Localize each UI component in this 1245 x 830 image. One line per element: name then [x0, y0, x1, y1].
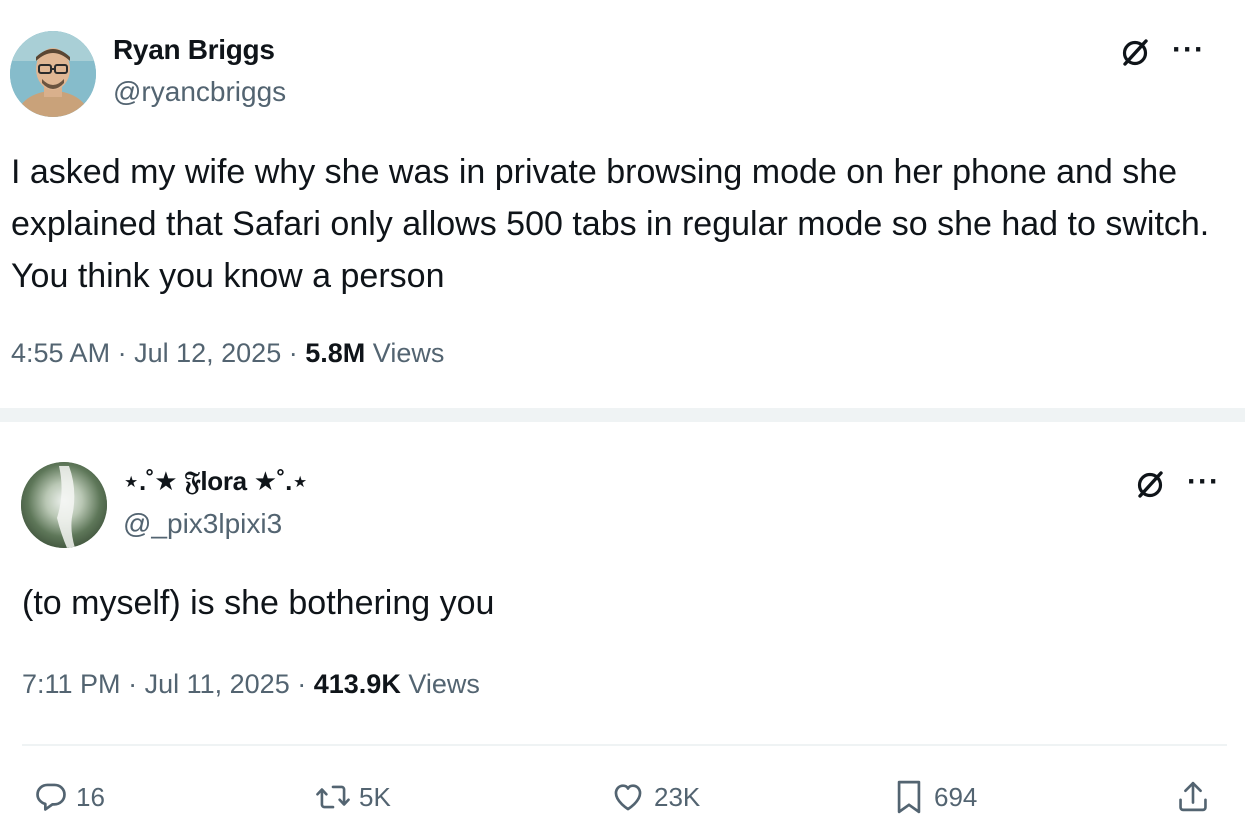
meta-separator: · — [128, 669, 138, 699]
tweet-divider — [0, 408, 1245, 422]
more-icon[interactable]: ··· — [1187, 467, 1220, 497]
display-name[interactable]: Ryan Briggs — [113, 34, 275, 66]
reply-button[interactable]: 16 — [34, 777, 105, 817]
tweet-date[interactable]: Jul 11, 2025 — [145, 669, 290, 699]
tweet-meta: 7:11 PM · Jul 11, 2025 · 413.9K Views — [22, 669, 480, 700]
reply-count: 16 — [76, 781, 105, 812]
like-button[interactable]: 23K — [610, 777, 700, 817]
action-bar-divider — [22, 744, 1227, 746]
repost-icon — [316, 785, 350, 809]
avatar[interactable] — [21, 462, 107, 548]
meta-separator: · — [288, 338, 298, 368]
tweet-date[interactable]: Jul 12, 2025 — [134, 338, 281, 368]
bookmark-button[interactable]: 694 — [892, 777, 977, 817]
avatar-blurred-photo-icon — [21, 462, 107, 548]
display-name[interactable]: ⋆.˚★ 𝔉lora ★˚.⋆ — [123, 466, 308, 498]
bookmark-icon — [897, 780, 921, 814]
grok-icon[interactable] — [1133, 468, 1167, 507]
grok-icon[interactable] — [1118, 36, 1152, 75]
reply-icon — [36, 783, 66, 811]
avatar-man-glasses-icon — [10, 31, 96, 117]
meta-separator: · — [297, 669, 307, 699]
like-count: 23K — [654, 781, 701, 812]
views-label: Views — [372, 338, 445, 368]
views-count: 413.9K — [313, 669, 401, 699]
reply-tweet: ⋆.˚★ 𝔉lora ★˚.⋆ @_pix3lpixi3 ··· (to mys… — [0, 422, 1245, 830]
heart-icon — [614, 784, 642, 811]
tweet-time[interactable]: 7:11 PM — [22, 669, 121, 699]
tweet-text: I asked my wife why she was in private b… — [11, 153, 1210, 295]
views-count: 5.8M — [305, 338, 366, 368]
share-button[interactable] — [1176, 777, 1218, 817]
tweet-meta: 4:55 AM · Jul 12, 2025 · 5.8M Views — [11, 338, 444, 369]
repost-count: 5K — [359, 781, 391, 812]
views-label: Views — [408, 669, 480, 699]
repost-button[interactable]: 5K — [315, 777, 391, 817]
share-icon — [1179, 781, 1207, 812]
more-icon[interactable]: ··· — [1172, 35, 1205, 65]
avatar[interactable] — [10, 31, 96, 117]
main-tweet: Ryan Briggs @ryancbriggs ··· I asked my … — [0, 0, 1245, 408]
tweet-time[interactable]: 4:55 AM — [11, 338, 110, 368]
user-handle[interactable]: @ryancbriggs — [113, 76, 286, 108]
bookmark-count: 694 — [934, 781, 978, 812]
meta-separator: · — [117, 338, 127, 368]
tweet-text: (to myself) is she bothering you — [22, 584, 495, 622]
user-handle[interactable]: @_pix3lpixi3 — [123, 508, 282, 540]
